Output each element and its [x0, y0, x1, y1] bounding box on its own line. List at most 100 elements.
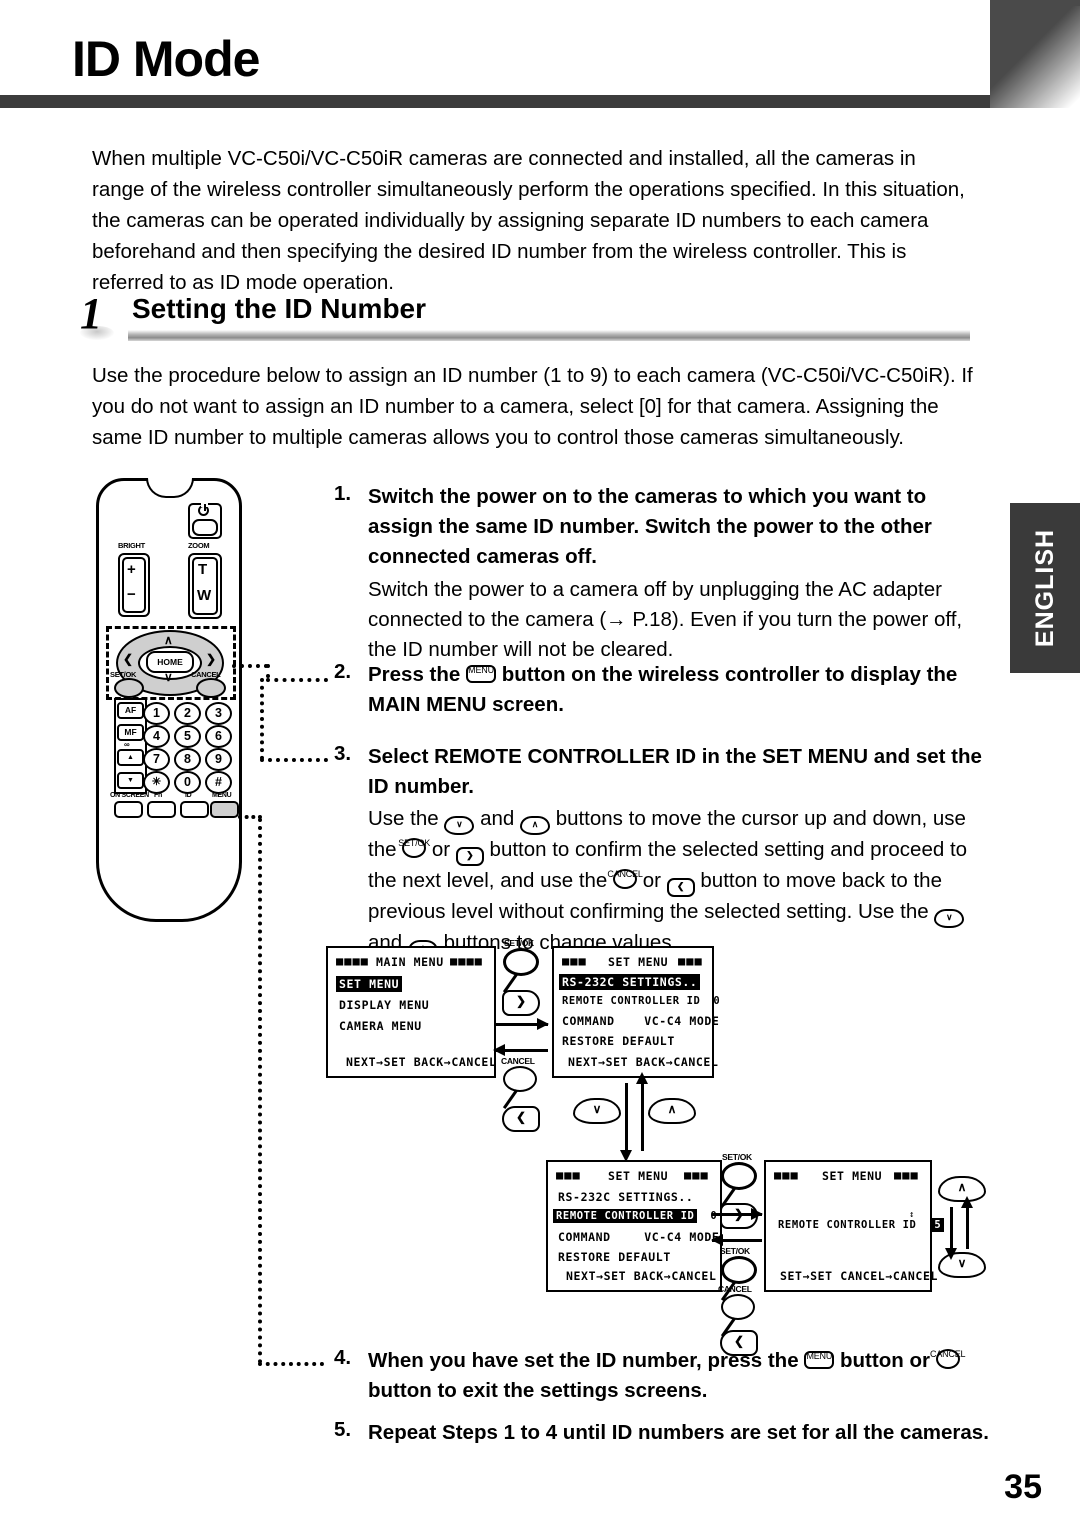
dpad-down-icon: ∨ [164, 670, 173, 684]
power-button[interactable] [192, 519, 218, 536]
step-3-text-4: or [431, 838, 451, 861]
numeric-keypad: 1 2 3 4 5 6 7 8 9 ✳ 0 # [114, 700, 232, 794]
zoom-tele-label: T [198, 561, 208, 578]
menu-label: MENU [212, 792, 232, 799]
cancel-button-icon-2-caption: CANCEL [930, 1349, 966, 1359]
step-2-heading: Press the MENU button on the wireless co… [368, 660, 988, 720]
arrow-left-2 [711, 1234, 762, 1246]
step-3-number: 3. [334, 742, 352, 765]
wireless-controller-illustration: BRIGHT ZOOM + − T W HOME ∧ ∨ ❮ ❯ SET/OK … [88, 478, 248, 922]
osd-s4-row-0[interactable]: REMOTE CONTROLLER ID 5 [778, 1218, 945, 1232]
cancel-button-diagram-1 [503, 1066, 537, 1092]
arrow-down-vertical [619, 1083, 632, 1162]
osd-s4-title: SET MENU [822, 1169, 883, 1183]
setok-caption-2: SET/OK [722, 1152, 752, 1162]
on-screen-button[interactable] [114, 801, 143, 818]
setok-button-diagram-1 [503, 948, 539, 976]
menu-button[interactable] [210, 801, 239, 818]
power-icon [198, 503, 209, 516]
menu-button-icon-2: MENU [804, 1351, 835, 1369]
section-body-text: Use the procedure below to assign an ID … [92, 364, 973, 449]
arrow-right-2 [712, 1208, 763, 1220]
step-4-text-2: button or [840, 1349, 930, 1372]
dpad-left-icon: ❮ [123, 652, 134, 666]
key-1[interactable]: 1 [143, 702, 170, 725]
osd-main-row-0[interactable]: SET MENU [336, 976, 403, 992]
osd-s2-row-1[interactable]: REMOTE CONTROLLER ID 0 [562, 995, 720, 1007]
osd-s3-title: SET MENU [608, 1169, 669, 1183]
osd-main-title: MAIN MENU [376, 955, 444, 969]
cancel-button-icon: CANCEL [607, 869, 643, 889]
step-5-number: 5. [334, 1418, 352, 1441]
osd-s3-blocks-left: ■■■ [556, 1168, 581, 1182]
cancel-caption-1: CANCEL [501, 1056, 535, 1066]
osd-s4-row-0-value: 5 [931, 1218, 945, 1232]
key-0[interactable]: 0 [174, 771, 201, 794]
connector-dpad-vert [266, 664, 270, 678]
osd-s4-blocks-right: ■■■ [894, 1168, 919, 1182]
cancel-button[interactable] [196, 678, 226, 698]
setok-button[interactable] [114, 678, 144, 698]
key-4[interactable]: 4 [143, 725, 170, 748]
connector-dpad-to-step2 [232, 664, 268, 668]
osd-main-row-1[interactable]: DISPLAY MENU [339, 998, 429, 1012]
setok-button-diagram-3 [721, 1256, 757, 1284]
key-8[interactable]: 8 [174, 748, 201, 771]
key-5[interactable]: 5 [174, 725, 201, 748]
up-button-diagram: ∧ [648, 1098, 696, 1124]
osd-s3-row-3[interactable]: RESTORE DEFAULT [558, 1250, 671, 1264]
right-button-diagram-1: ❯ [502, 990, 540, 1016]
section-gradient-bar [128, 330, 970, 341]
connector-step3 [260, 758, 328, 762]
bright-minus-label: − [127, 586, 136, 603]
step-4-heading: When you have set the ID number, press t… [368, 1346, 993, 1406]
osd-s2-footer: NEXT→SET BACK→CANCEL [568, 1055, 719, 1069]
osd-s3-row-2[interactable]: COMMAND VC-C4 MODE [558, 1230, 719, 1244]
key-3[interactable]: 3 [205, 702, 232, 725]
language-tab-english: ENGLISH [1010, 503, 1080, 673]
dpad-right-icon: ❯ [206, 652, 217, 666]
osd-s3-row-0[interactable]: RS-232C SETTINGS.. [558, 1190, 693, 1204]
bright-plus-label: + [127, 561, 136, 578]
osd-s2-row-1-value: 0 [713, 995, 721, 1007]
zoom-label: ZOOM [188, 541, 210, 550]
step-3-body: Use the ∨ and ∧ buttons to move the curs… [368, 804, 993, 959]
connector-branch-vert [260, 678, 264, 760]
header-rule [0, 95, 1005, 108]
osd-main-footer: NEXT→SET BACK→CANCEL [346, 1055, 497, 1069]
osd-s3-row-2-value: VC-C4 MODE [644, 1230, 720, 1244]
connector-step2 [266, 678, 328, 682]
key-hash[interactable]: # [205, 771, 232, 794]
osd-s3-row-1-value: 0 [710, 1210, 718, 1222]
down-button-icon-2: ∨ [934, 909, 965, 928]
key-7[interactable]: 7 [143, 748, 170, 771]
osd-s2-row-2[interactable]: COMMAND VC-C4 MODE [562, 1014, 719, 1028]
osd-s2-title: SET MENU [608, 955, 669, 969]
osd-s4-row-0-label: REMOTE CONTROLLER ID [778, 1219, 917, 1231]
language-tab-label: ENGLISH [1031, 528, 1059, 648]
osd-s2-row-3[interactable]: RESTORE DEFAULT [562, 1034, 675, 1048]
osd-main-row-0-label: SET MENU [336, 976, 403, 992]
osd-s4-blocks-left: ■■■ [774, 1168, 799, 1182]
key-6[interactable]: 6 [205, 725, 232, 748]
osd-s2-row-0-label: RS-232C SETTINGS.. [559, 974, 701, 990]
fn-label: Fn [154, 792, 162, 799]
key-2[interactable]: 2 [174, 702, 201, 725]
header-corner-decoration [990, 0, 1080, 108]
key-asterisk[interactable]: ✳ [143, 771, 170, 794]
menu-button-icon-caption: MENU [468, 665, 494, 675]
on-screen-label: ON SCREEN [110, 792, 149, 799]
intro-paragraph: When multiple VC-C50i/VC-C50iR cameras a… [92, 147, 965, 294]
osd-main-row-2[interactable]: CAMERA MENU [339, 1019, 422, 1033]
osd-s2-row-2-label: COMMAND [562, 1014, 615, 1028]
fn-button[interactable] [147, 801, 176, 818]
arrow-up-value [960, 1196, 973, 1249]
osd-s2-row-0[interactable]: RS-232C SETTINGS.. [559, 974, 701, 990]
step-3-text-6: or [642, 869, 661, 892]
id-button[interactable] [180, 801, 209, 818]
cancel-button-icon-caption: CANCEL [607, 869, 643, 879]
osd-s3-row-2-label: COMMAND [558, 1230, 611, 1244]
key-9[interactable]: 9 [205, 748, 232, 771]
osd-set-menu-rs232c: ■■■ SET MENU ■■■ RS-232C SETTINGS.. REMO… [552, 946, 720, 1078]
osd-s3-row-1[interactable]: REMOTE CONTROLLER ID 0 [553, 1209, 718, 1223]
